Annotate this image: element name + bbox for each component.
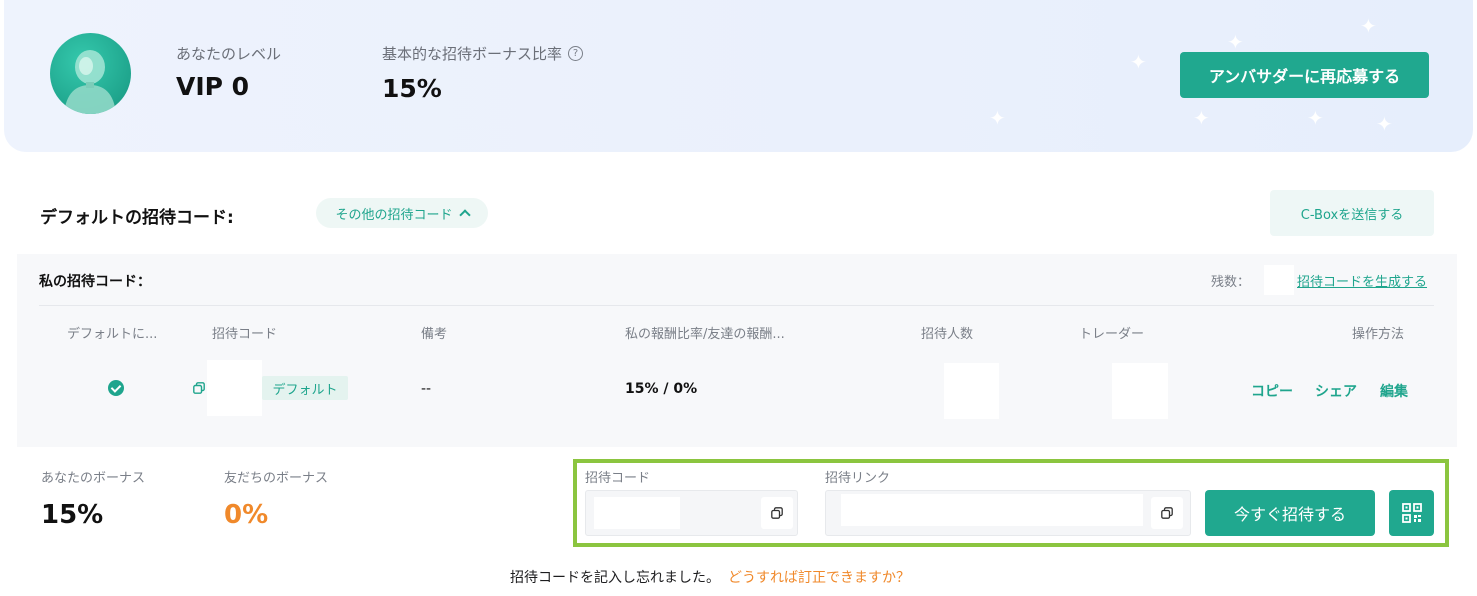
reapply-ambassador-button[interactable]: アンバサダーに再応募する [1180,52,1429,98]
qr-code-button[interactable] [1389,490,1434,536]
copy-action[interactable]: コピー [1251,381,1293,401]
star-icon: ✦ [1130,50,1147,74]
invited-count-cell [944,363,999,419]
generate-code-link[interactable]: 招待コードを生成する [1297,271,1427,290]
traders-cell [1112,363,1168,419]
divider [39,305,1434,306]
rate-label-wrap: 基本的な招待ボーナス比率 ? [382,43,584,64]
other-codes-label: その他の招待コード [335,207,453,223]
copy-icon [771,507,783,519]
column-header: 招待人数 [921,327,974,342]
note-cell: -- [421,381,432,397]
my-codes-panel: 私の招待コード： 残数： 招待コードを生成する デフォルトに... 招待コード … [17,254,1457,447]
level-value: VIP 0 [176,72,250,101]
help-icon[interactable]: ? [568,46,584,61]
level-label: あなたのレベル [176,45,282,63]
send-cbox-button[interactable]: C-Boxを送信する [1270,190,1434,236]
forgot-code-text: 招待コードを記入し忘れました。 [510,570,720,586]
star-icon: ✦ [1227,30,1244,54]
edit-action[interactable]: 編集 [1380,381,1408,401]
how-to-correct-link[interactable]: どうすれば訂正できますか？ [728,570,910,586]
your-bonus-value: 15% [41,500,104,530]
copy-icon [1161,507,1173,519]
ratio-cell: 15% / 0% [625,381,698,397]
remaining-label: 残数： [1211,275,1251,290]
invite-link-label: 招待リンク [825,471,891,486]
star-icon: ✦ [1376,112,1393,136]
default-code-title: デフォルトの招待コード: [40,208,234,228]
invite-code-value [207,360,262,416]
invite-code-text [594,497,680,529]
copy-icon[interactable] [193,382,205,394]
forgot-code-note: 招待コードを記入し忘れました。 どうすれば訂正できますか？ [510,567,910,587]
default-check-icon[interactable] [108,380,124,396]
copy-link-button[interactable] [1151,497,1183,529]
your-bonus-label: あなたのボーナス [41,471,146,486]
share-action[interactable]: シェア [1315,381,1357,401]
other-codes-toggle[interactable]: その他の招待コード [316,198,488,228]
column-header: 操作方法 [1352,327,1405,342]
rate-value: 15% [382,74,442,103]
default-badge: デフォルト [262,376,348,400]
invite-now-button[interactable]: 今すぐ招待する [1205,490,1375,536]
star-icon: ✦ [1193,106,1210,130]
column-header: デフォルトに... [67,327,158,342]
chevron-up-icon [458,209,471,221]
invite-link-text [841,494,1143,526]
column-header: 招待コード [212,327,278,342]
qr-code-icon [1401,503,1422,523]
column-header: 私の報酬比率/友達の報酬... [625,327,785,342]
friend-bonus-label: 友だちのボーナス [224,471,329,486]
star-icon: ✦ [989,106,1006,130]
avatar [50,33,131,114]
my-codes-title: 私の招待コード： [39,274,151,290]
star-icon: ✦ [1360,14,1377,38]
star-icon: ✦ [1307,106,1324,130]
column-header: 備考 [421,327,448,342]
copy-code-button[interactable] [761,497,793,529]
friend-bonus-value: 0% [224,500,269,530]
column-header: トレーダー [1079,327,1145,342]
remaining-count [1264,265,1294,295]
invite-code-label: 招待コード [585,471,651,486]
profile-banner: あなたのレベル VIP 0 基本的な招待ボーナス比率 ? 15% ✦ ✦ ✦ ✦… [4,0,1473,152]
rate-label: 基本的な招待ボーナス比率 [382,45,563,63]
